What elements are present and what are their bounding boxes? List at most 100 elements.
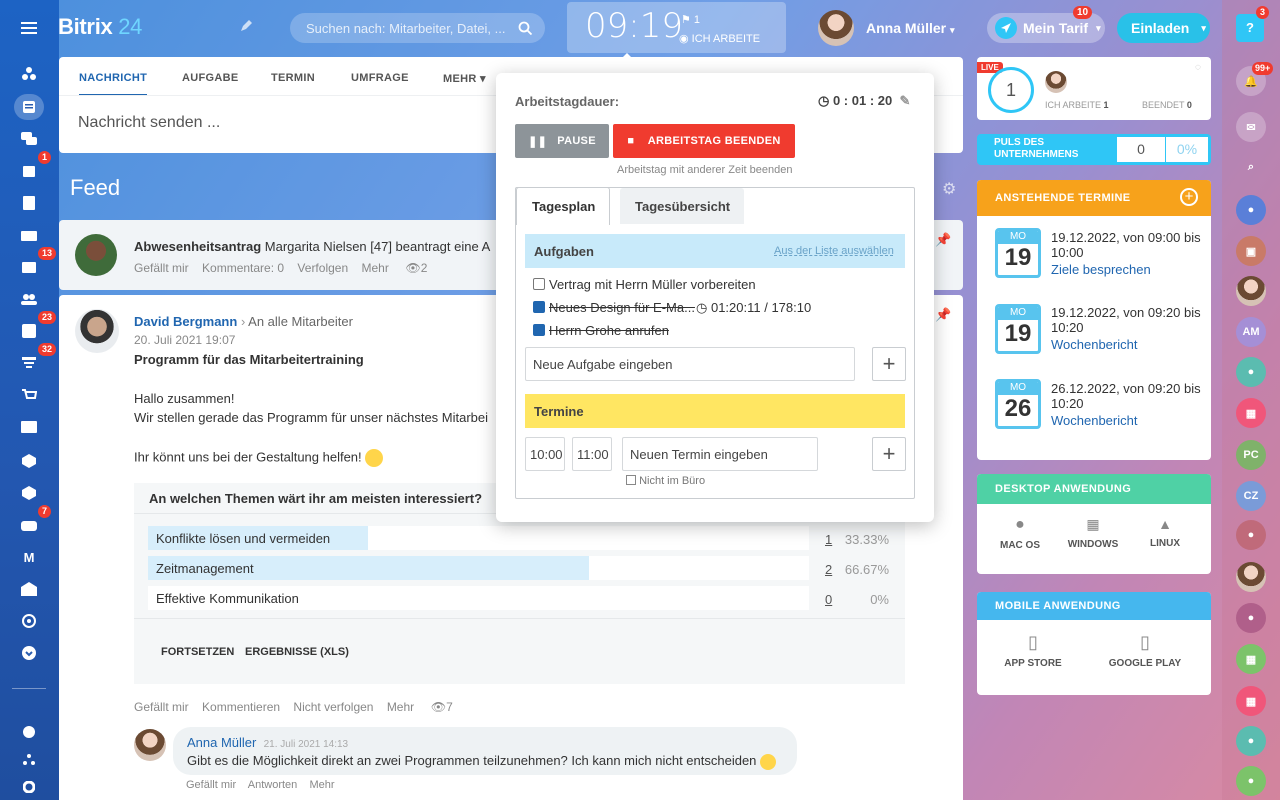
poll-option-1[interactable]: Konflikte lösen und vermeiden	[148, 526, 809, 550]
app-store-link[interactable]: ▯ APP STORE	[1001, 632, 1065, 669]
comment-link[interactable]: Kommentieren	[202, 700, 280, 714]
linux-download[interactable]: ▲ LINUX	[1147, 516, 1183, 549]
event-item[interactable]: 19.12.2022, von 09:20 bis 10:20 Wochenber…	[1051, 305, 1206, 352]
contact-am[interactable]: AM	[1236, 317, 1266, 347]
calendar-chat-icon[interactable]: ▦	[1236, 686, 1266, 716]
sites-icon[interactable]	[14, 61, 44, 87]
company-icon[interactable]	[14, 576, 44, 602]
calendar-icon[interactable]: 1	[14, 151, 52, 184]
contact-group-icon[interactable]: ●	[1236, 766, 1266, 796]
contact-group-icon[interactable]: ●	[1236, 520, 1266, 550]
poll-results-button[interactable]: ERGEBNISSE (XLS)	[245, 646, 349, 658]
docs-icon[interactable]	[14, 190, 44, 216]
edit-icon[interactable]: ✎	[899, 93, 910, 108]
employees-icon[interactable]	[14, 286, 44, 312]
select-from-list-link[interactable]: Aus der Liste auswählen	[774, 245, 894, 257]
marketing-icon[interactable]: M	[14, 544, 44, 570]
poll-count[interactable]: 1	[825, 532, 832, 547]
info-icon[interactable]: ◌	[1195, 62, 1201, 73]
end-workday-button[interactable]: ■ ARBEITSTAG BEENDEN	[613, 124, 795, 158]
poll-count[interactable]: 2	[825, 562, 832, 577]
comment-avatar[interactable]	[134, 729, 166, 761]
feed-icon[interactable]	[14, 94, 44, 120]
unfollow-link[interactable]: Nicht verfolgen	[293, 700, 373, 714]
absence-avatar[interactable]	[75, 234, 117, 276]
structure-icon[interactable]	[14, 746, 44, 772]
event-item[interactable]: 26.12.2022, von 09:20 bis 10:20 Wochenber…	[1051, 381, 1206, 428]
more-link[interactable]: Mehr	[387, 700, 414, 714]
workday-clock[interactable]: 09:19 ⚑ 1 ◉ ICH ARBEITE	[567, 2, 786, 53]
not-in-office-checkbox[interactable]: Nicht im Büro	[626, 475, 705, 487]
logo[interactable]: Bitrix 24	[58, 14, 142, 40]
pin-icon[interactable]: 📌	[935, 307, 951, 323]
target-icon[interactable]	[14, 608, 44, 634]
search-icon[interactable]: ⌕	[1236, 152, 1266, 182]
group-chat-icon[interactable]: ●	[1236, 195, 1266, 225]
contact-avatar[interactable]	[1236, 276, 1266, 306]
invite-button[interactable]: Einladen ▾	[1117, 13, 1210, 43]
tab-task[interactable]: AUFGABE	[182, 72, 239, 84]
tab-tagesplan[interactable]: Tagesplan	[516, 187, 610, 225]
like-link[interactable]: Gefällt mir	[186, 779, 236, 791]
add-task-button[interactable]: +	[872, 347, 906, 381]
help-icon[interactable]	[14, 719, 44, 745]
settings-icon[interactable]	[14, 774, 44, 800]
pulse-widget[interactable]: PULS DES UNTERNEHMENS 0 0%	[977, 134, 1211, 165]
event-from-input[interactable]: 10:00	[525, 437, 565, 471]
crm-icon[interactable]: 32	[14, 343, 57, 376]
menu-icon[interactable]	[14, 15, 44, 41]
tab-more[interactable]: MEHR ▾	[443, 72, 486, 85]
contact-group-icon[interactable]: ●	[1236, 726, 1266, 756]
user-avatar[interactable]	[818, 10, 854, 46]
tab-poll[interactable]: UMFRAGE	[351, 72, 409, 84]
reply-link[interactable]: Antworten	[248, 779, 298, 791]
task-label[interactable]: Herrn Grohe anrufen	[549, 323, 669, 338]
task-checkbox[interactable]	[533, 324, 545, 336]
feed-settings-icon[interactable]: ⚙	[942, 179, 956, 199]
event-item[interactable]: 19.12.2022, von 09:00 bis 10:00 Ziele bes…	[1051, 230, 1206, 277]
add-event-button[interactable]: +	[872, 437, 906, 471]
more-link[interactable]: Mehr	[361, 261, 388, 275]
contact-avatar[interactable]	[1236, 562, 1266, 592]
pin-icon[interactable]: 📌	[935, 232, 951, 248]
contact-group-icon[interactable]: ●	[1236, 357, 1266, 387]
messages-icon[interactable]: ✉	[1236, 112, 1266, 142]
poll-count[interactable]: 0	[825, 592, 832, 607]
add-event-icon[interactable]: +	[1180, 188, 1198, 206]
tab-message[interactable]: NACHRICHT	[79, 72, 148, 96]
comments-link[interactable]: Kommentare: 0	[202, 261, 284, 275]
task-label[interactable]: Vertrag mit Herrn Müller vorbereiten	[549, 277, 756, 292]
shop-icon[interactable]	[14, 382, 44, 408]
robot-icon[interactable]: 7	[14, 505, 52, 538]
end-other-time-link[interactable]: Arbeitstag mit anderer Zeit beenden	[617, 164, 793, 176]
live-counter[interactable]: 1	[988, 67, 1034, 113]
task-label[interactable]: Neues Design für E-Ma...	[549, 300, 695, 315]
calendar-chat-icon[interactable]: ▦	[1236, 398, 1266, 428]
contact-card-icon[interactable]: ▣	[1236, 236, 1266, 266]
notifications-icon[interactable]: 🔔 99+	[1236, 62, 1274, 96]
task-checkbox[interactable]	[533, 301, 545, 313]
contact-avatar-2[interactable]: ●	[1236, 603, 1266, 633]
poll-option-2[interactable]: Zeitmanagement	[148, 556, 809, 580]
calendar-chat-icon[interactable]: ▦	[1236, 644, 1266, 674]
follow-link[interactable]: Verfolgen	[297, 261, 348, 275]
new-task-input[interactable]: Neue Aufgabe eingeben	[525, 347, 855, 381]
drive-icon[interactable]	[14, 222, 44, 248]
like-link[interactable]: Gefällt mir	[134, 700, 189, 714]
like-link[interactable]: Gefällt mir	[134, 261, 189, 275]
tab-tagesuebersicht[interactable]: Tagesübersicht	[620, 188, 744, 224]
task-checkbox[interactable]	[533, 278, 545, 290]
user-name[interactable]: Anna Müller ▾	[866, 20, 955, 36]
post-author-avatar[interactable]	[75, 309, 119, 353]
inventory-icon[interactable]	[14, 448, 44, 474]
contact-pc[interactable]: PC	[1236, 440, 1266, 470]
poll-option-3[interactable]: Effektive Kommunikation	[148, 586, 809, 610]
comment-author[interactable]: Anna Müller	[187, 735, 256, 750]
more-down-icon[interactable]	[14, 640, 44, 666]
message-input[interactable]: Nachricht senden ...	[78, 114, 220, 132]
windows-download[interactable]: ▦ WINDOWS	[1065, 516, 1121, 550]
event-to-input[interactable]: 11:00	[572, 437, 612, 471]
pencil-icon[interactable]	[240, 20, 252, 35]
tasks-icon[interactable]: 23	[14, 311, 57, 344]
poll-continue-button[interactable]: FORTSETZEN	[161, 646, 234, 658]
